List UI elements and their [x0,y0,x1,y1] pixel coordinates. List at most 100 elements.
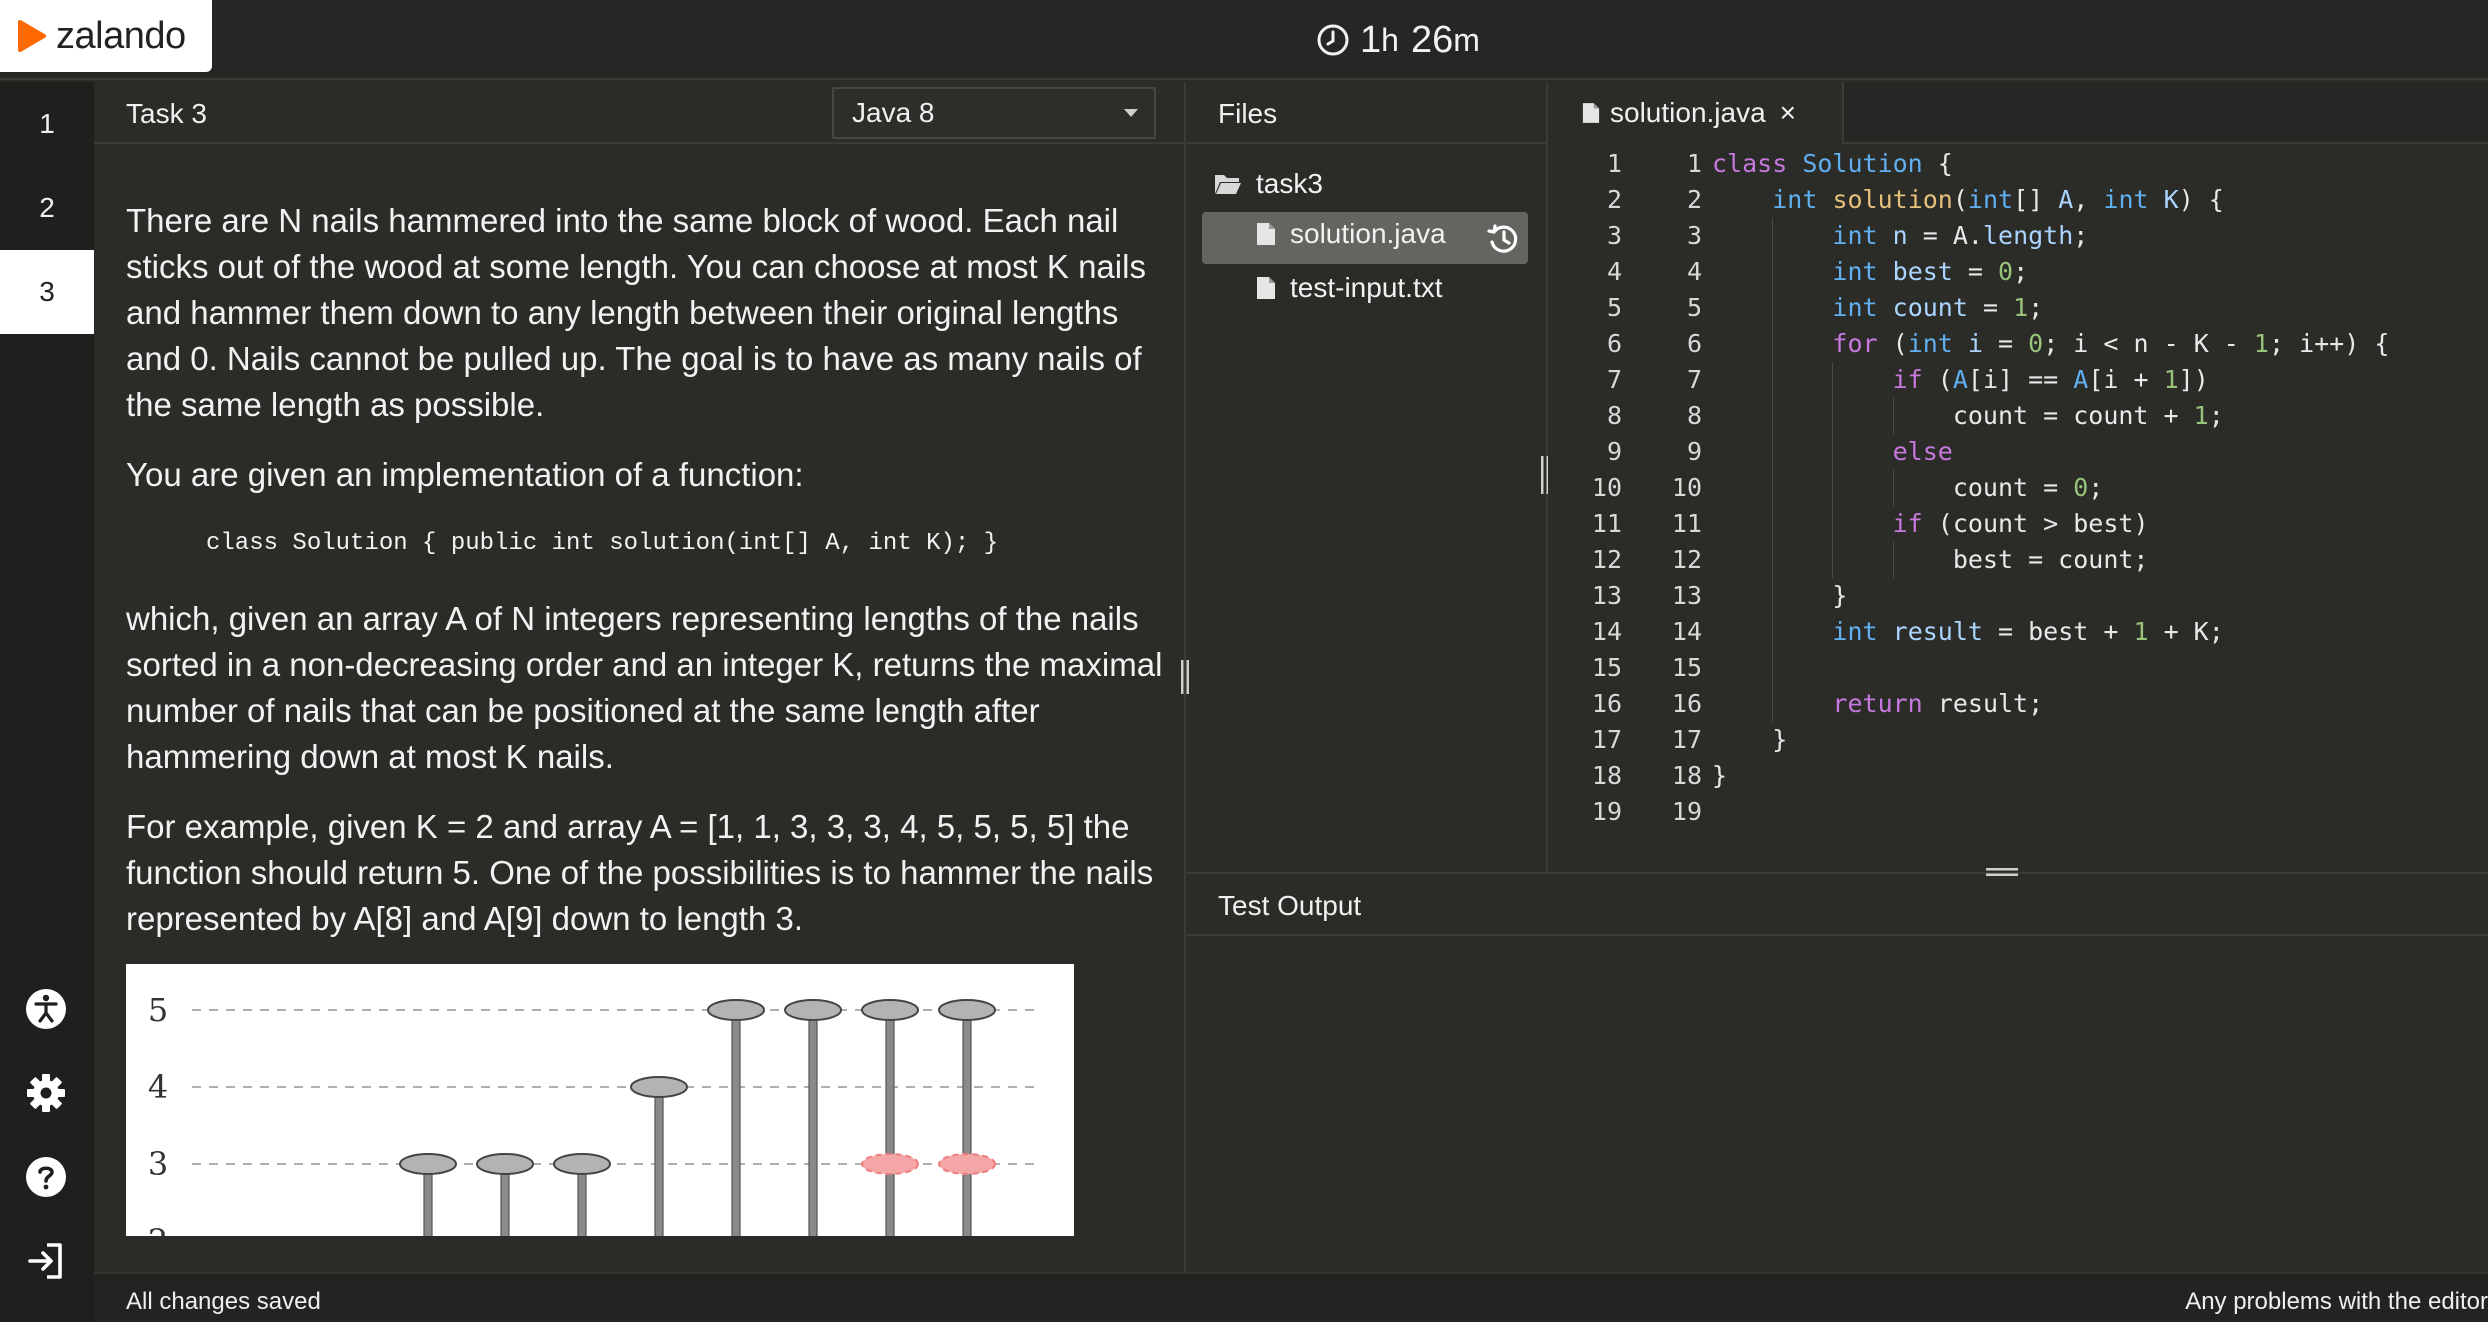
line-number: 9 [1606,437,1622,466]
file-label: solution.java [1290,218,1446,249]
code-text: } [1712,725,1788,754]
y-tick-label: 2 [148,1222,168,1236]
code-line: 8 8 count = count + 1; [1548,398,2488,434]
nail-head [938,999,996,1021]
brand-name: zalando [56,14,186,57]
code-text: int result = best + 1 + K; [1832,617,2224,646]
hammered-nail-head [861,1153,919,1175]
task-paragraph: You are given an implementation of a fun… [126,456,804,493]
nail-shaft [885,1009,895,1236]
nail-shaft [808,1009,818,1236]
code-text: for (int i = 0; i < n - K - 1; i++) { [1832,329,2390,358]
line-number: 1 [1686,149,1702,178]
file-icon [1257,277,1275,299]
close-icon[interactable]: × [1780,97,1796,129]
task-header: Task 3 Java 8 [94,82,1184,144]
code-text: int n = A.length; [1832,221,2089,250]
editor-problems-link[interactable]: Any problems with the editor [2185,1288,2488,1316]
history-icon[interactable] [1486,222,1520,256]
code-text: int solution(int[] A, int K) { [1772,185,2224,214]
task-rail: 1 2 3 [0,82,94,1322]
top-bar: zalando 1 h 26 m [0,0,2488,80]
code-line: 12 12 best = count; [1548,542,2488,578]
code-text: count = count + 1; [1712,401,2224,430]
test-output-header: Test Output [1186,872,2488,936]
line-number: 5 [1606,293,1622,322]
test-output-title: Test Output [1218,890,1362,921]
clock-icon [1317,24,1349,56]
code-editor[interactable]: 1 1 class Solution {2 2 int solution(int[] … [1548,146,2488,870]
file-solution-java[interactable]: solution.java [1256,218,1446,250]
line-number: 14 [1671,617,1702,646]
nail-head [861,999,919,1021]
timer: 1 h 26 m [1316,18,1480,62]
line-number: 9 [1686,437,1702,466]
line-number: 18 [1591,761,1622,790]
nail-head [476,1153,534,1175]
line-number: 10 [1591,473,1622,502]
line-number: 15 [1591,653,1622,682]
timer-minutes-unit: m [1453,21,1480,58]
task-description: There are N nails hammered into the same… [94,146,1184,1236]
folder-task3[interactable]: task3 [1214,168,1323,200]
code-line: 4 4 int best = 0; [1548,254,2488,290]
sign-out-icon[interactable] [25,1240,67,1282]
accessibility-icon[interactable] [25,988,67,1030]
file-icon [1257,223,1275,245]
code-text: if (A[i] == A[i + 1]) [1892,365,2209,394]
code-line: 11 11 if (count > best) [1548,506,2488,542]
y-tick-label: 5 [148,991,168,1029]
file-tree: task3 solution.java test-input.txt [1186,146,1546,870]
file-test-input[interactable]: test-input.txt [1256,272,1443,304]
timer-hours-unit: h [1381,21,1399,58]
resize-handle-icon[interactable] [1986,866,2018,878]
task-nav-1[interactable]: 1 [0,82,94,166]
language-select[interactable]: Java 8 [832,87,1156,139]
code-text: } [1712,581,1848,610]
line-number: 1 [1606,149,1622,178]
test-output-panel [1186,936,2488,1272]
help-icon[interactable] [25,1156,67,1198]
settings-icon[interactable] [25,1072,67,1114]
nail-shaft [731,1009,741,1236]
indent-guide [1892,542,1894,578]
line-number: 15 [1671,653,1702,682]
task-nav-2[interactable]: 2 [0,166,94,250]
editor-tab-bar: solution.java × [1548,82,2488,144]
function-signature: class Solution { public int solution(int… [206,530,999,557]
tab-label: solution.java [1610,97,1766,128]
files-title: Files [1218,98,1278,129]
timer-hours: 1 [1360,18,1382,61]
line-number: 19 [1591,797,1622,826]
code-line: 1 1 class Solution { [1548,146,2488,182]
task-paragraph: There are N nails hammered into the same… [126,202,1146,423]
task-title: Task 3 [126,98,207,129]
nail-shaft [962,1009,972,1236]
language-select-value: Java 8 [852,97,935,128]
line-number: 7 [1606,365,1622,394]
code-line: 2 2 int solution(int[] A, int K) { [1548,182,2488,218]
code-line: 6 6 for (int i = 0; i < n - K - 1; i++) { [1548,326,2488,362]
code-text: return result; [1832,689,2044,718]
line-number: 3 [1686,221,1702,250]
status-bar: All changes saved Any problems with the … [94,1272,2488,1322]
line-number: 4 [1606,257,1622,286]
line-number: 12 [1671,545,1702,574]
zalando-logo-icon [18,20,46,52]
nail-head [553,1153,611,1175]
line-number: 6 [1686,329,1702,358]
tab-solution-java[interactable]: solution.java × [1548,82,1844,144]
code-line: 19 19 [1548,794,2488,830]
line-number: 16 [1591,689,1622,718]
line-number: 11 [1591,509,1622,538]
line-number: 8 [1686,401,1702,430]
code-line: 16 16 return result; [1548,686,2488,722]
task-nav-3[interactable]: 3 [0,250,94,334]
code-line: 5 5 int count = 1; [1548,290,2488,326]
nail-head [784,999,842,1021]
code-text: int best = 0; [1832,257,2029,286]
line-number: 16 [1671,689,1702,718]
line-number: 6 [1606,329,1622,358]
code-line: 3 3 int n = A.length; [1548,218,2488,254]
code-line: 7 7 if (A[i] == A[i + 1]) [1548,362,2488,398]
